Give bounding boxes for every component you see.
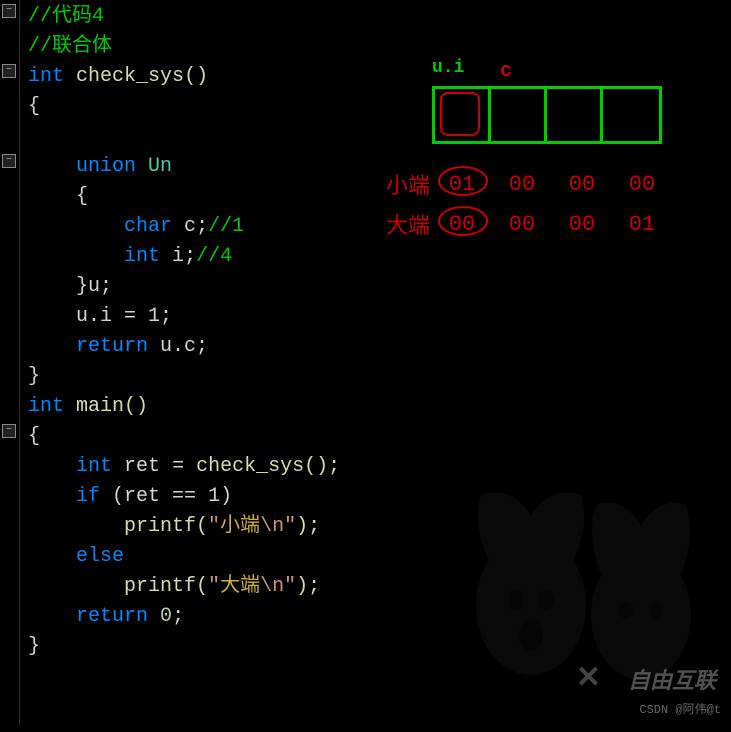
comment: //联合体 (28, 35, 112, 58)
var: ret (124, 455, 160, 478)
keyword-int: int (124, 245, 160, 268)
func-name: check_sys (76, 65, 184, 88)
logo-text: 自由互联 (628, 663, 716, 695)
brace: { (28, 95, 40, 118)
fold-icon[interactable]: − (2, 4, 16, 18)
brace: } (28, 635, 40, 658)
keyword-return: return (76, 335, 148, 358)
condition: (ret == 1) (112, 485, 232, 508)
brace: } (28, 365, 40, 388)
statement: u.i = 1; (76, 305, 172, 328)
keyword-int: int (28, 395, 64, 418)
fold-icon[interactable]: − (2, 424, 16, 438)
keyword-char: char (124, 215, 172, 238)
keyword-if: if (76, 485, 100, 508)
watermark: CSDN @阿伟@t (639, 700, 721, 717)
keyword-return: return (76, 605, 148, 628)
var: i (172, 245, 184, 268)
keyword-else: else (76, 545, 124, 568)
expr: u.c; (160, 335, 208, 358)
brace: { (28, 425, 40, 448)
literal-zero: 0 (160, 605, 172, 628)
brace: }u; (76, 275, 112, 298)
keyword-int: int (28, 65, 64, 88)
comment: //4 (196, 245, 232, 268)
comment: //1 (208, 215, 244, 238)
func-main: main (76, 395, 124, 418)
fold-icon[interactable]: − (2, 154, 16, 168)
fold-gutter: − − − − (0, 0, 20, 725)
func-call: check_sys (196, 455, 304, 478)
keyword-union: union (76, 155, 136, 178)
var: c (184, 215, 196, 238)
comment: //代码4 (28, 5, 104, 28)
func-printf: printf (124, 515, 196, 538)
struct-name: Un (148, 155, 172, 178)
fold-icon[interactable]: − (2, 64, 16, 78)
logo-x-icon: ✕ (576, 660, 601, 697)
parens: () (184, 65, 208, 88)
brace: { (76, 185, 88, 208)
code-editor: − − − − //代码4 //联合体 int check_sys() { un… (0, 0, 731, 725)
func-printf: printf (124, 575, 196, 598)
keyword-int: int (76, 455, 112, 478)
code-area[interactable]: //代码4 //联合体 int check_sys() { union Un {… (20, 0, 731, 725)
